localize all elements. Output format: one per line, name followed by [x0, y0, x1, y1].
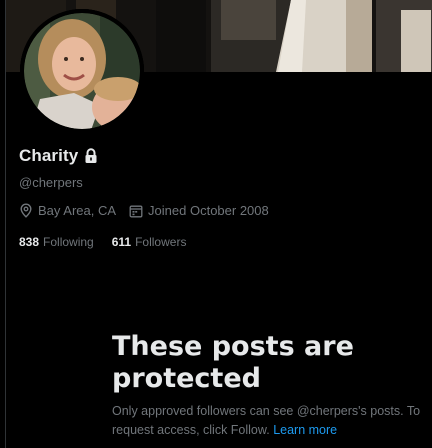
- join-date-text: Joined October 2008: [148, 203, 269, 218]
- profile-page: Charity @cherpers Bay Area, CA Joined Oc…: [0, 0, 432, 448]
- location: Bay Area, CA: [19, 203, 116, 218]
- follow-stats: 838 Following 611 Followers: [19, 235, 204, 249]
- avatar-image: [20, 9, 144, 133]
- followers-link[interactable]: 611 Followers: [112, 235, 187, 249]
- profile-meta: Bay Area, CA Joined October 2008: [19, 203, 282, 218]
- followers-label: Followers: [135, 235, 187, 249]
- protected-message: Only approved followers can see @cherper…: [112, 402, 430, 440]
- location-text: Bay Area, CA: [38, 203, 117, 218]
- protected-title: These posts are protected: [112, 331, 354, 394]
- calendar-icon: [129, 204, 143, 218]
- profile-name: Charity: [19, 146, 79, 165]
- learn-more-link[interactable]: Learn more: [273, 423, 337, 437]
- following-count: 838: [19, 235, 40, 249]
- profile-handle: @cherpers: [19, 175, 83, 190]
- protected-body: Only approved followers can see @cherper…: [112, 404, 421, 437]
- followers-count: 611: [111, 235, 132, 249]
- following-label: Following: [43, 235, 94, 249]
- lock-icon: [84, 148, 98, 164]
- location-pin-icon: [19, 203, 33, 218]
- profile-name-row: Charity: [19, 146, 98, 166]
- avatar[interactable]: [20, 9, 144, 133]
- following-link[interactable]: 838 Following: [19, 235, 94, 249]
- join-date: Joined October 2008: [129, 203, 269, 218]
